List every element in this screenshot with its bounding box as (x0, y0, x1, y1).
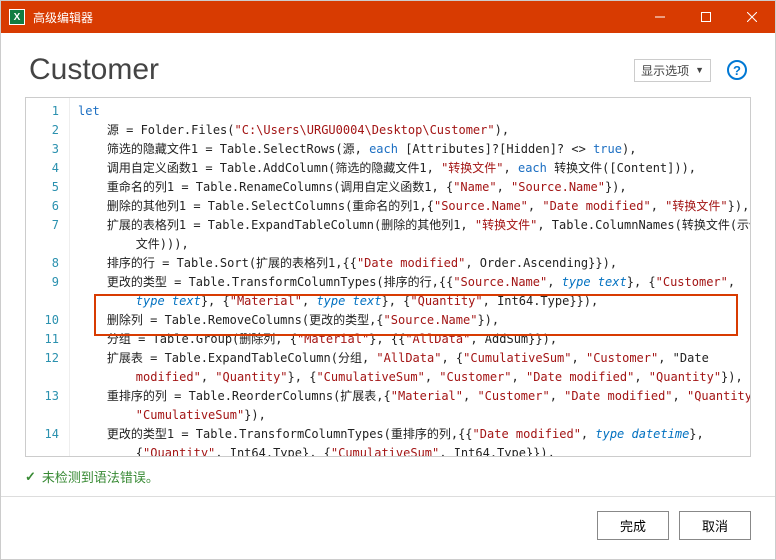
code-area[interactable]: let 源 = Folder.Files("C:\Users\URGU0004\… (70, 98, 750, 456)
line-gutter: 123456789101112131415 (26, 98, 70, 456)
display-options-label: 显示选项 (641, 62, 689, 79)
minimize-button[interactable] (637, 1, 683, 33)
close-button[interactable] (729, 1, 775, 33)
titlebar: X 高级编辑器 (1, 1, 775, 33)
page-title: Customer (29, 53, 634, 87)
status-bar: ✓ 未检测到语法错误。 (25, 467, 751, 486)
excel-icon: X (9, 9, 25, 25)
display-options-dropdown[interactable]: 显示选项 ▼ (634, 59, 711, 82)
cancel-button[interactable]: 取消 (679, 511, 751, 540)
maximize-button[interactable] (683, 1, 729, 33)
check-icon: ✓ (25, 469, 36, 485)
window-title: 高级编辑器 (33, 9, 637, 26)
header: Customer 显示选项 ▼ ? (1, 33, 775, 97)
code-editor[interactable]: 123456789101112131415 let 源 = Folder.Fil… (25, 97, 751, 457)
done-button[interactable]: 完成 (597, 511, 669, 540)
chevron-down-icon: ▼ (695, 65, 704, 75)
status-text: 未检测到语法错误。 (42, 467, 159, 486)
help-button[interactable]: ? (727, 60, 747, 80)
footer: 完成 取消 (1, 496, 775, 554)
